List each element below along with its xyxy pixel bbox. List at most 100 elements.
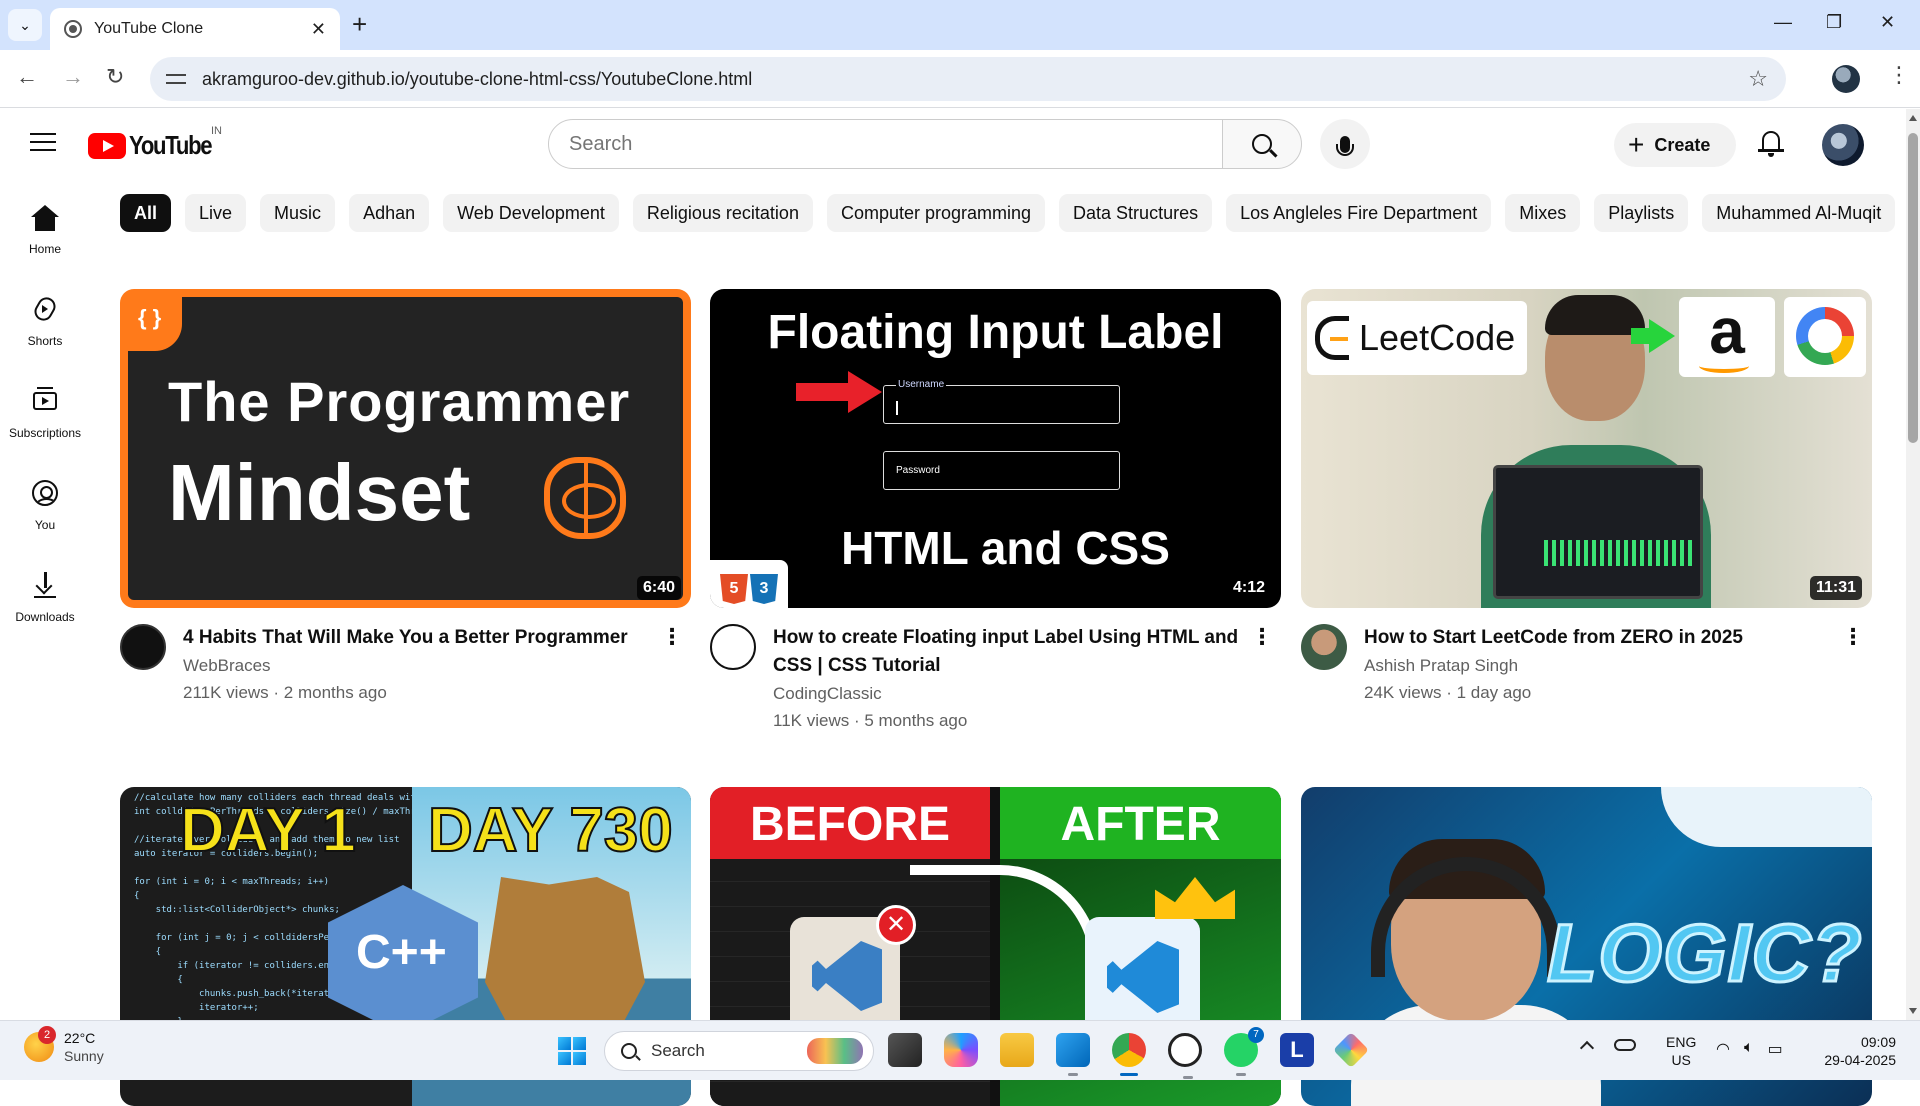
copilot-icon[interactable] (944, 1033, 978, 1067)
channel-name[interactable]: WebBraces (183, 652, 651, 679)
channel-avatar[interactable] (710, 624, 756, 670)
browser-profile-avatar[interactable] (1832, 65, 1860, 93)
restore-window-icon[interactable]: ❐ (1826, 12, 1842, 33)
sidebar-item-shorts[interactable]: Shorts (0, 282, 90, 374)
taskbar-search-placeholder: Search (651, 1041, 705, 1060)
chip-computer-programming[interactable]: Computer programming (826, 194, 1046, 232)
more-options-icon[interactable]: ⋮ (661, 626, 683, 648)
tab-title: YouTube Clone (94, 20, 204, 37)
scrollbar-thumb[interactable] (1908, 133, 1918, 443)
chip-web-development[interactable]: Web Development (443, 194, 619, 232)
browser-tab[interactable]: YouTube Clone ✕ (50, 8, 340, 50)
file-explorer-icon[interactable] (1000, 1033, 1034, 1067)
video-thumbnail[interactable]: LeetCode a 11:31 (1301, 289, 1872, 608)
globe-icon (64, 20, 82, 38)
video-card[interactable]: { } The Programmer Mindset 6:40 4 Habits… (120, 289, 691, 706)
thumb-text: LOGIC? (1546, 907, 1864, 1001)
l-app-icon[interactable]: L (1280, 1033, 1314, 1067)
chip-data-structures[interactable]: Data Structures (1059, 194, 1213, 232)
chrome-icon[interactable] (1112, 1033, 1146, 1076)
new-tab-button[interactable]: + (352, 10, 367, 38)
sidebar-item-subscriptions[interactable]: Subscriptions (0, 374, 90, 466)
sidebar-item-downloads[interactable]: Downloads (0, 558, 90, 650)
chip-all[interactable]: All (120, 194, 172, 232)
tab-search-menu-button[interactable]: ⌄ (8, 9, 42, 41)
sidebar-item-you[interactable]: You (0, 466, 90, 558)
video-title[interactable]: How to Start LeetCode from ZERO in 2025 (1364, 624, 1832, 652)
account-avatar[interactable] (1822, 124, 1864, 166)
browser-tabstrip: ⌄ YouTube Clone ✕ + — ❐ ✕ (0, 0, 1920, 50)
hamburger-menu-icon[interactable] (30, 133, 56, 153)
windows-start-icon[interactable] (558, 1037, 586, 1065)
chip-live[interactable]: Live (185, 194, 247, 232)
whatsapp-icon[interactable]: 7 (1224, 1027, 1264, 1076)
sidebar-item-label: You (34, 518, 56, 532)
video-card[interactable]: Floating Input Label Username Password H… (710, 289, 1281, 734)
video-duration: 11:31 (1809, 576, 1862, 600)
close-window-icon[interactable]: ✕ (1880, 12, 1895, 33)
thumb-badge: { } (128, 297, 182, 351)
video-card[interactable]: LeetCode a 11:31 How to Start LeetCode f… (1301, 289, 1872, 706)
thumb-text: AFTER (1000, 787, 1281, 859)
video-title[interactable]: 4 Habits That Will Make You a Better Pro… (183, 624, 651, 652)
sidebar-item-home[interactable]: Home (0, 190, 90, 282)
chip-religious-recitation[interactable]: Religious recitation (632, 194, 813, 232)
vscode-taskbar-icon[interactable] (1056, 1033, 1090, 1076)
chatgpt-icon[interactable] (1168, 1033, 1202, 1079)
notification-badge: 7 (1248, 1027, 1264, 1043)
channel-avatar[interactable] (1301, 624, 1347, 670)
chip-music[interactable]: Music (260, 194, 336, 232)
forward-arrow-icon[interactable]: → (62, 64, 84, 90)
close-tab-icon[interactable]: ✕ (311, 19, 326, 40)
onedrive-icon[interactable] (1614, 1039, 1636, 1051)
channel-name[interactable]: Ashish Pratap Singh (1364, 652, 1832, 679)
video-thumbnail[interactable]: Floating Input Label Username Password H… (710, 289, 1281, 608)
search-box[interactable] (548, 119, 1223, 169)
create-button[interactable]: + Create (1614, 123, 1736, 167)
video-title[interactable]: How to create Floating input Label Using… (773, 624, 1241, 680)
chip-playlists[interactable]: Playlists (1594, 194, 1689, 232)
more-options-icon[interactable]: ⋮ (1251, 626, 1273, 648)
more-options-icon[interactable]: ⋮ (1842, 626, 1864, 648)
notifications-bell-icon[interactable] (1758, 131, 1784, 159)
input-language[interactable]: ENG US (1666, 1033, 1696, 1069)
show-hidden-icons-icon[interactable] (1579, 1040, 1595, 1056)
address-bar[interactable]: akramguroo-dev.github.io/youtube-clone-h… (150, 57, 1786, 101)
chip-los-angeles-fire-department[interactable]: Los Angleles Fire Department (1226, 194, 1492, 232)
country-code: IN (211, 125, 222, 137)
video-stats: 24K views · 1 day ago (1364, 683, 1532, 702)
browser-menu-icon[interactable]: ⋮ (1888, 62, 1910, 88)
site-info-icon[interactable] (166, 72, 186, 86)
search-input[interactable] (569, 132, 1222, 156)
voice-search-button[interactable] (1320, 119, 1370, 169)
browser-toolbar: ← → ↻ akramguroo-dev.github.io/youtube-c… (0, 50, 1920, 108)
thumb-text: HTML and CSS (841, 522, 1170, 574)
channel-avatar[interactable] (120, 624, 166, 670)
channel-name[interactable]: CodingClassic (773, 680, 1241, 707)
weather-widget[interactable]: 2 22°C Sunny (24, 1026, 104, 1065)
chip-muhammed-al-muqit[interactable]: Muhammed Al-Muqit (1702, 194, 1896, 232)
reload-icon[interactable]: ↻ (106, 64, 124, 90)
page-scrollbar[interactable] (1906, 109, 1920, 1020)
youtube-header: YouTube IN + Create (0, 109, 1906, 179)
scroll-up-arrow-icon[interactable] (1909, 115, 1917, 121)
search-button[interactable] (1222, 119, 1302, 169)
scroll-down-arrow-icon[interactable] (1909, 1008, 1917, 1014)
url-text[interactable]: akramguroo-dev.github.io/youtube-clone-h… (202, 69, 1748, 90)
chip-mixes[interactable]: Mixes (1505, 194, 1581, 232)
minimize-window-icon[interactable]: — (1774, 12, 1792, 33)
taskbar-search[interactable]: Search (604, 1031, 874, 1071)
taskbar-clock[interactable]: 09:09 29-04-2025 (1818, 1033, 1896, 1069)
quick-settings[interactable]: ◠ 🔈︎ ▭ (1716, 1039, 1783, 1059)
gemini-app-icon[interactable] (1332, 1031, 1370, 1069)
task-view-icon[interactable] (888, 1033, 922, 1067)
sun-icon: 2 (24, 1026, 56, 1062)
plus-icon: + (1628, 129, 1645, 160)
leetcode-icon (1315, 316, 1349, 360)
youtube-logo[interactable]: YouTube (88, 130, 226, 161)
back-arrow-icon[interactable]: ← (16, 64, 38, 90)
vscode-icon (1085, 917, 1200, 1037)
video-thumbnail[interactable]: { } The Programmer Mindset 6:40 (120, 289, 691, 608)
chip-adhan[interactable]: Adhan (349, 194, 430, 232)
bookmark-star-icon[interactable]: ☆ (1748, 66, 1768, 92)
